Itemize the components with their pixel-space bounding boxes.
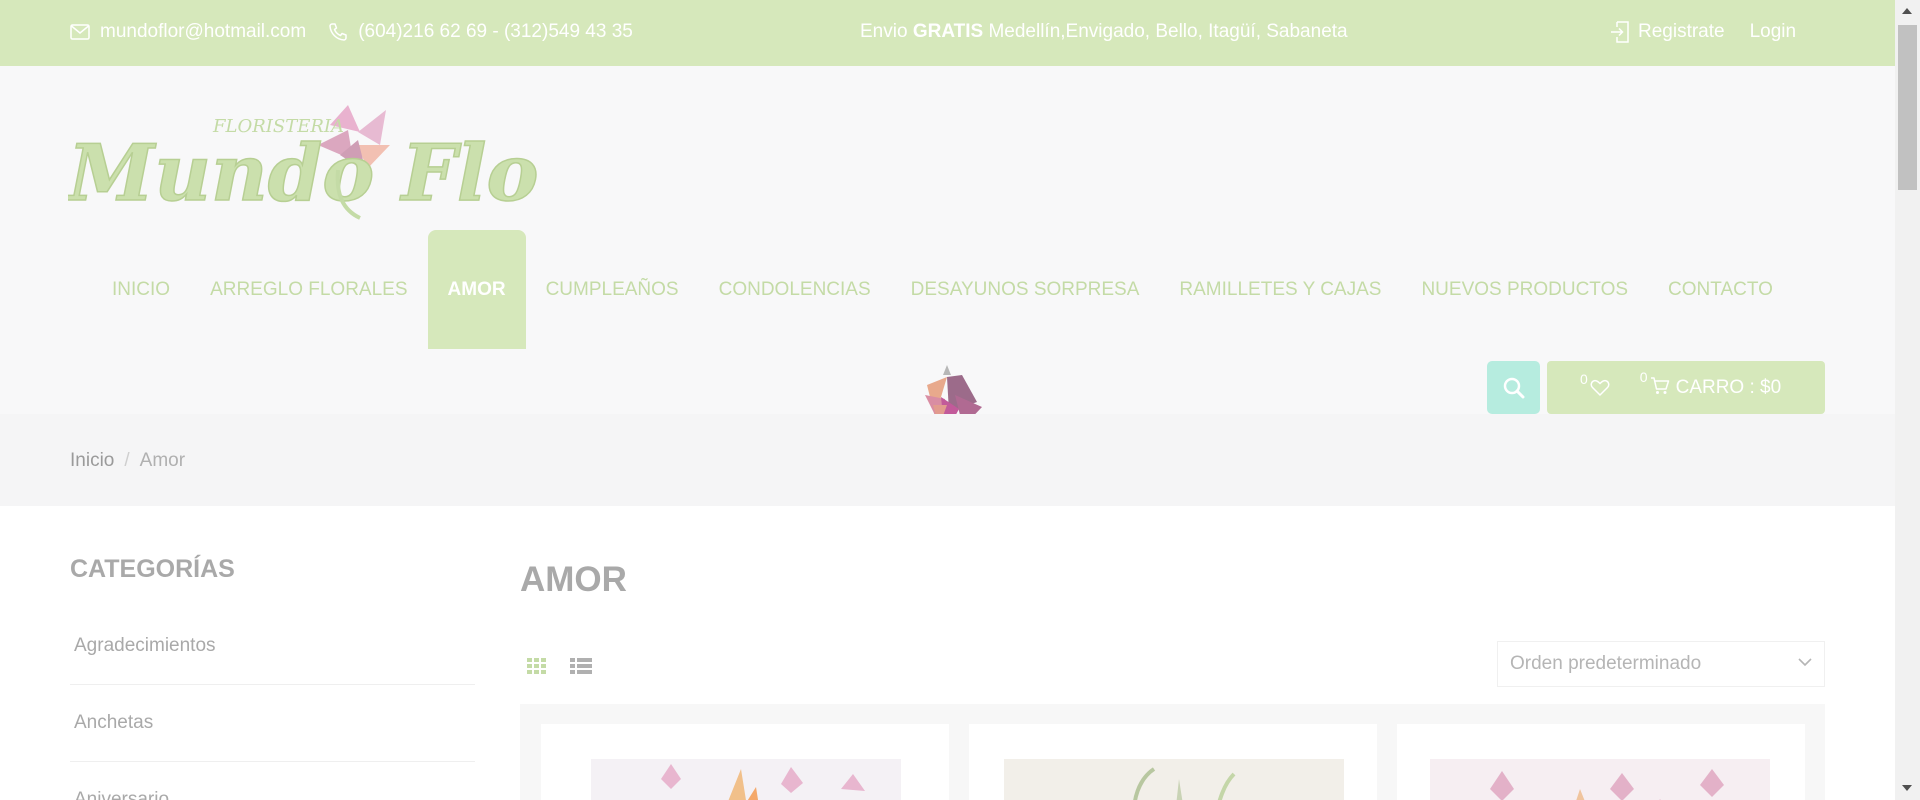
nav-item-desayunos-sorpresa[interactable]: DESAYUNOS SORPRESA (891, 230, 1160, 349)
nav-item-inicio[interactable]: INICIO (92, 230, 190, 349)
site-logo[interactable]: FLORISTERIA Mundo Flor (68, 100, 538, 235)
wishlist-count: 0 (1580, 370, 1588, 387)
nav-item-contacto[interactable]: CONTACTO (1648, 230, 1793, 349)
nav-item-arreglo-florales[interactable]: ARREGLO FLORALES (190, 230, 427, 349)
cart-wishlist-bar: 0 0 CARRO : $0 (1547, 361, 1825, 414)
nav-item-amor[interactable]: AMOR (427, 230, 526, 349)
nav-item-condolencias[interactable]: CONDOLENCIAS (699, 230, 891, 349)
product-card[interactable] (969, 724, 1377, 800)
promo-bold: GRATIS (912, 21, 984, 42)
cart-button[interactable]: 0 CARRO : $0 (1640, 369, 1782, 399)
sort-selected-value: Orden predeterminado (1510, 653, 1702, 674)
heart-icon (1590, 379, 1610, 396)
page-title: AMOR (520, 560, 627, 599)
product-card[interactable] (1397, 724, 1805, 800)
scroll-down-arrow-icon[interactable] (1902, 785, 1912, 791)
nav-item-nuevos-productos[interactable]: NUEVOS PRODUCTOS (1401, 230, 1648, 349)
register-text: Registrate (1638, 21, 1725, 42)
email-text: mundoflor@hotmail.com (100, 21, 307, 42)
scrollbar-thumb[interactable] (1898, 25, 1917, 190)
wishlist-button[interactable]: 0 (1580, 371, 1610, 397)
promo-suffix: Medellín,Envigado, Bello, Itagüí, Sabane… (983, 21, 1348, 42)
grid-view-icon[interactable] (527, 658, 547, 674)
search-icon (1503, 377, 1524, 398)
cart-icon (1650, 376, 1669, 394)
product-grid (520, 704, 1825, 800)
product-card[interactable] (541, 724, 949, 800)
product-image[interactable] (1004, 759, 1344, 800)
main-nav: INICIO ARREGLO FLORALES AMOR CUMPLEAÑOS … (92, 230, 1793, 349)
breadcrumb-separator: / (124, 450, 130, 471)
phone-text: (604)216 62 69 - (312)549 43 35 (358, 21, 633, 42)
promo-prefix: Envio (860, 21, 913, 42)
mail-icon (70, 24, 90, 40)
cart-count: 0 (1639, 368, 1648, 385)
breadcrumb: Inicio / Amor (70, 450, 185, 472)
sign-in-icon (1611, 21, 1629, 43)
search-button[interactable] (1487, 361, 1540, 414)
phone-icon (329, 23, 347, 41)
main-content: AMOR Orden predeterminado (520, 555, 1825, 800)
auth-links: Registrate Login (1610, 21, 1796, 43)
register-link[interactable]: Registrate (1610, 21, 1725, 43)
breadcrumb-bar: Inicio / Amor (0, 414, 1895, 506)
page-scrollbar[interactable] (1895, 0, 1920, 800)
category-sidebar: CATEGORÍAS Agradecimientos Anchetas Aniv… (70, 555, 475, 800)
top-bar: mundoflor@hotmail.com (604)216 62 69 - (… (0, 0, 1895, 66)
category-item-agradecimientos[interactable]: Agradecimientos (70, 608, 475, 685)
category-item-aniversario[interactable]: Aniversario (70, 762, 475, 800)
scroll-up-arrow-icon[interactable] (1902, 8, 1912, 14)
free-shipping-promo: Envio GRATIS Medellín,Envigado, Bello, I… (860, 21, 1348, 43)
cart-label: CARRO : $0 (1675, 376, 1782, 398)
login-link[interactable]: Login (1750, 21, 1797, 43)
chevron-down-icon (1798, 658, 1812, 667)
logo-main-text: Mundo Flor (68, 128, 538, 219)
list-view-icon[interactable] (570, 658, 592, 674)
breadcrumb-current: Amor (139, 450, 186, 471)
nav-item-ramilletes-y-cajas[interactable]: RAMILLETES Y CAJAS (1159, 230, 1401, 349)
product-image[interactable] (1430, 759, 1770, 800)
nav-item-cumpleanos[interactable]: CUMPLEAÑOS (526, 230, 699, 349)
breadcrumb-home[interactable]: Inicio (70, 450, 114, 472)
sort-select[interactable]: Orden predeterminado (1497, 641, 1825, 687)
category-item-anchetas[interactable]: Anchetas (70, 685, 475, 762)
product-image[interactable] (591, 759, 901, 800)
sidebar-title: CATEGORÍAS (70, 555, 235, 583)
product-toolbar: Orden predeterminado (520, 641, 1825, 687)
contact-info: mundoflor@hotmail.com (604)216 62 69 - (… (70, 21, 655, 43)
email-link[interactable]: mundoflor@hotmail.com (70, 21, 306, 43)
phone-link[interactable]: (604)216 62 69 - (312)549 43 35 (328, 21, 633, 43)
